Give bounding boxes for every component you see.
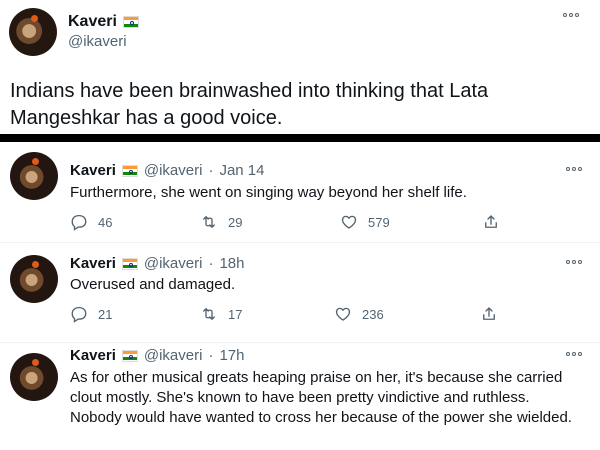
- retweet-count: 17: [228, 306, 243, 322]
- author-name[interactable]: Kaveri: [70, 347, 116, 364]
- reply-header: Kaveri @ikaveri · Jan 14: [70, 162, 265, 179]
- like-button[interactable]: 236: [334, 305, 384, 323]
- timestamp[interactable]: 17h: [219, 347, 244, 364]
- like-button[interactable]: 579: [340, 213, 390, 231]
- tweet-text: Overused and damaged.: [70, 276, 236, 293]
- author-handle[interactable]: @ikaveri: [144, 162, 203, 179]
- more-options-icon[interactable]: [566, 167, 582, 171]
- reply-header: Kaveri @ikaveri · 18h: [70, 255, 244, 272]
- reply-tweet: Kaveri @ikaveri · 17h As for other music…: [0, 343, 600, 450]
- retweet-icon: [203, 308, 215, 320]
- share-button[interactable]: [480, 305, 498, 323]
- retweet-button[interactable]: 17: [200, 305, 242, 323]
- reply-count: 21: [98, 306, 113, 322]
- timestamp[interactable]: Jan 14: [219, 162, 264, 179]
- india-flag-icon: [121, 164, 138, 177]
- author-handle[interactable]: @ikaveri: [144, 255, 203, 272]
- reply-icon: [71, 214, 87, 231]
- retweet-button[interactable]: 29: [200, 213, 242, 231]
- share-icon: [485, 215, 497, 228]
- meta-separator: ·: [208, 347, 214, 364]
- like-icon: [341, 215, 357, 229]
- action-bar: 46 29 579: [70, 213, 510, 233]
- meta-separator: ·: [208, 255, 214, 272]
- like-count: 579: [368, 214, 390, 230]
- avatar[interactable]: [10, 255, 58, 303]
- india-flag-icon: [121, 349, 138, 362]
- timestamp[interactable]: 18h: [219, 255, 244, 272]
- more-options-icon[interactable]: [566, 260, 582, 264]
- main-tweet: Kaveri @ikaveri Indians have been brainw…: [0, 0, 600, 134]
- share-button[interactable]: [482, 213, 500, 231]
- india-flag-icon: [122, 16, 139, 28]
- tweet-text: Furthermore, she went on singing way bey…: [70, 184, 467, 201]
- author-name[interactable]: Kaveri: [70, 255, 116, 272]
- meta-separator: ·: [208, 162, 214, 179]
- author-handle[interactable]: @ikaveri: [144, 347, 203, 364]
- main-tweet-author: Kaveri: [68, 13, 139, 31]
- avatar[interactable]: [9, 8, 57, 56]
- reply-button[interactable]: 21: [70, 305, 112, 323]
- reply-count: 46: [98, 214, 113, 230]
- tweet-text: Indians have been brainwashed into think…: [10, 80, 489, 129]
- author-name[interactable]: Kaveri: [70, 162, 116, 179]
- retweet-count: 29: [228, 214, 243, 230]
- share-icon: [483, 307, 495, 320]
- reply-icon: [71, 306, 87, 323]
- retweet-icon: [203, 216, 215, 228]
- tweet-text: As for other musical greats heaping prai…: [70, 369, 572, 426]
- more-options-icon[interactable]: [563, 13, 579, 17]
- avatar[interactable]: [10, 353, 58, 401]
- action-bar: 21 17 236: [70, 305, 510, 325]
- like-count: 236: [362, 306, 384, 322]
- thread-divider: [0, 134, 600, 142]
- reply-tweet: Kaveri @ikaveri · 18h Overused and damag…: [0, 243, 600, 342]
- avatar[interactable]: [10, 152, 58, 200]
- reply-button[interactable]: 46: [70, 213, 112, 231]
- like-icon: [335, 307, 351, 321]
- reply-header: Kaveri @ikaveri · 17h: [70, 347, 244, 364]
- more-options-icon[interactable]: [566, 352, 582, 356]
- author-handle[interactable]: @ikaveri: [68, 33, 127, 50]
- india-flag-icon: [121, 257, 138, 270]
- author-name[interactable]: Kaveri: [68, 13, 117, 31]
- reply-tweet: Kaveri @ikaveri · Jan 14 Furthermore, sh…: [0, 142, 600, 242]
